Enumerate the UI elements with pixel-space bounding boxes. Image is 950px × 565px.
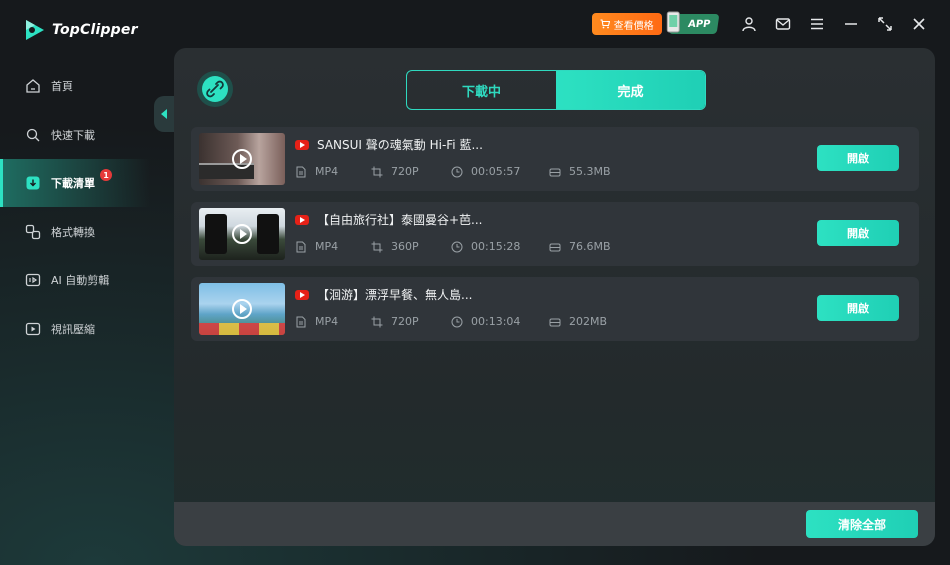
app-download-button[interactable]: APP bbox=[666, 11, 720, 34]
close-button[interactable] bbox=[902, 12, 936, 36]
chevron-left-icon bbox=[161, 109, 167, 119]
sidebar-item-quick-download[interactable]: 快速下載 bbox=[0, 111, 150, 159]
resolution-icon bbox=[371, 316, 383, 327]
video-resolution: 720P bbox=[391, 165, 419, 178]
open-button[interactable]: 開啟 bbox=[817, 145, 899, 171]
play-icon[interactable] bbox=[232, 224, 252, 244]
app-name: TopClipper bbox=[52, 22, 138, 38]
clear-all-button[interactable]: 清除全部 bbox=[806, 510, 918, 538]
youtube-icon bbox=[295, 289, 309, 300]
download-panel: 下載中 完成 SANSUI 聲の魂氣動 Hi-Fi 藍... MP4 720P … bbox=[174, 48, 935, 546]
minimize-icon bbox=[845, 23, 857, 25]
download-list: SANSUI 聲の魂氣動 Hi-Fi 藍... MP4 720P 00:05:5… bbox=[191, 127, 919, 352]
storage-icon bbox=[549, 318, 561, 326]
sidebar-item-label: 快速下載 bbox=[51, 128, 95, 142]
download-status-tabs: 下載中 完成 bbox=[406, 70, 706, 110]
minimize-button[interactable] bbox=[834, 12, 868, 36]
view-price-label: 查看價格 bbox=[613, 20, 654, 32]
open-button[interactable]: 開啟 bbox=[817, 220, 899, 246]
ai-edit-icon bbox=[25, 273, 41, 287]
video-thumbnail[interactable] bbox=[199, 133, 285, 185]
clock-icon bbox=[451, 316, 463, 327]
sidebar-item-format-convert[interactable]: 格式轉換 bbox=[0, 208, 150, 256]
play-icon[interactable] bbox=[232, 149, 252, 169]
video-resolution: 720P bbox=[391, 315, 419, 328]
cart-icon bbox=[600, 19, 610, 29]
close-icon bbox=[913, 18, 925, 30]
video-title: 【洄游】漂浮早餐、無人島... bbox=[317, 288, 473, 302]
video-format: MP4 bbox=[315, 315, 339, 328]
phone-icon bbox=[666, 11, 680, 33]
video-title: SANSUI 聲の魂氣動 Hi-Fi 藍... bbox=[317, 138, 483, 152]
list-item: SANSUI 聲の魂氣動 Hi-Fi 藍... MP4 720P 00:05:5… bbox=[191, 127, 919, 191]
topclipper-logo-icon bbox=[26, 20, 44, 40]
sidebar: 首頁 快速下載 下載清單 1 格式轉換 AI 自動剪輯 視訊壓縮 bbox=[0, 62, 150, 353]
mail-button[interactable] bbox=[766, 12, 800, 36]
file-size: 76.6MB bbox=[569, 240, 611, 253]
user-icon bbox=[742, 17, 756, 32]
convert-icon bbox=[25, 224, 41, 239]
list-item: 【自由旅行社】泰國曼谷+芭... MP4 360P 00:15:28 76.6M… bbox=[191, 202, 919, 266]
sidebar-item-label: AI 自動剪輯 bbox=[51, 274, 110, 287]
resolution-icon bbox=[371, 241, 383, 252]
expand-icon bbox=[878, 17, 892, 31]
collapse-sidebar-button[interactable] bbox=[154, 96, 174, 132]
clock-icon bbox=[451, 241, 463, 252]
hamburger-menu-icon bbox=[811, 18, 823, 30]
maximize-button[interactable] bbox=[868, 12, 902, 36]
mail-icon bbox=[775, 18, 791, 30]
file-format-icon bbox=[296, 166, 306, 177]
sidebar-item-label: 下載清單 bbox=[51, 177, 95, 190]
link-icon bbox=[197, 71, 233, 107]
sidebar-item-video-compress[interactable]: 視訊壓縮 bbox=[0, 305, 150, 353]
sidebar-item-label: 視訊壓縮 bbox=[51, 322, 95, 336]
compress-icon bbox=[25, 322, 41, 335]
youtube-icon bbox=[295, 214, 309, 225]
file-format-icon bbox=[296, 241, 306, 252]
open-button[interactable]: 開啟 bbox=[817, 295, 899, 321]
video-duration: 00:15:28 bbox=[471, 240, 521, 253]
sidebar-item-download-list[interactable]: 下載清單 1 bbox=[0, 159, 150, 207]
account-button[interactable] bbox=[732, 12, 766, 36]
list-item: 【洄游】漂浮早餐、無人島... MP4 720P 00:13:04 202MB … bbox=[191, 277, 919, 341]
play-icon[interactable] bbox=[232, 299, 252, 319]
video-duration: 00:05:57 bbox=[471, 165, 521, 178]
sidebar-item-label: 首頁 bbox=[51, 80, 73, 93]
panel-footer: 清除全部 bbox=[174, 502, 935, 546]
storage-icon bbox=[549, 243, 561, 251]
sidebar-item-home[interactable]: 首頁 bbox=[0, 62, 150, 110]
title-bar-controls: 查看價格 APP bbox=[591, 11, 936, 36]
search-icon bbox=[26, 128, 40, 141]
home-icon bbox=[26, 79, 40, 93]
tab-downloading[interactable]: 下載中 bbox=[407, 71, 556, 109]
file-size: 55.3MB bbox=[569, 165, 611, 178]
video-format: MP4 bbox=[315, 165, 339, 178]
video-resolution: 360P bbox=[391, 240, 419, 253]
clock-icon bbox=[451, 166, 463, 177]
app-window: TopClipper 查看價格 APP 首頁 快速下載 下載清單 1 格式轉換 … bbox=[0, 0, 950, 565]
download-list-icon bbox=[26, 176, 40, 190]
file-size: 202MB bbox=[569, 315, 608, 328]
menu-button[interactable] bbox=[800, 12, 834, 36]
view-price-button[interactable]: 查看價格 bbox=[591, 13, 662, 35]
video-format: MP4 bbox=[315, 240, 339, 253]
sidebar-item-label: 格式轉換 bbox=[51, 225, 95, 239]
sidebar-item-ai-edit[interactable]: AI 自動剪輯 bbox=[0, 256, 150, 304]
video-title: 【自由旅行社】泰國曼谷+芭... bbox=[317, 213, 483, 227]
file-format-icon bbox=[296, 316, 306, 327]
video-thumbnail[interactable] bbox=[199, 283, 285, 335]
video-duration: 00:13:04 bbox=[471, 315, 521, 328]
video-thumbnail[interactable] bbox=[199, 208, 285, 260]
youtube-icon bbox=[295, 139, 309, 150]
storage-icon bbox=[549, 168, 561, 176]
app-logo: TopClipper bbox=[24, 18, 138, 42]
tab-completed[interactable]: 完成 bbox=[556, 71, 705, 109]
app-label: APP bbox=[686, 18, 711, 30]
notification-badge: 1 bbox=[100, 169, 112, 181]
resolution-icon bbox=[371, 166, 383, 177]
